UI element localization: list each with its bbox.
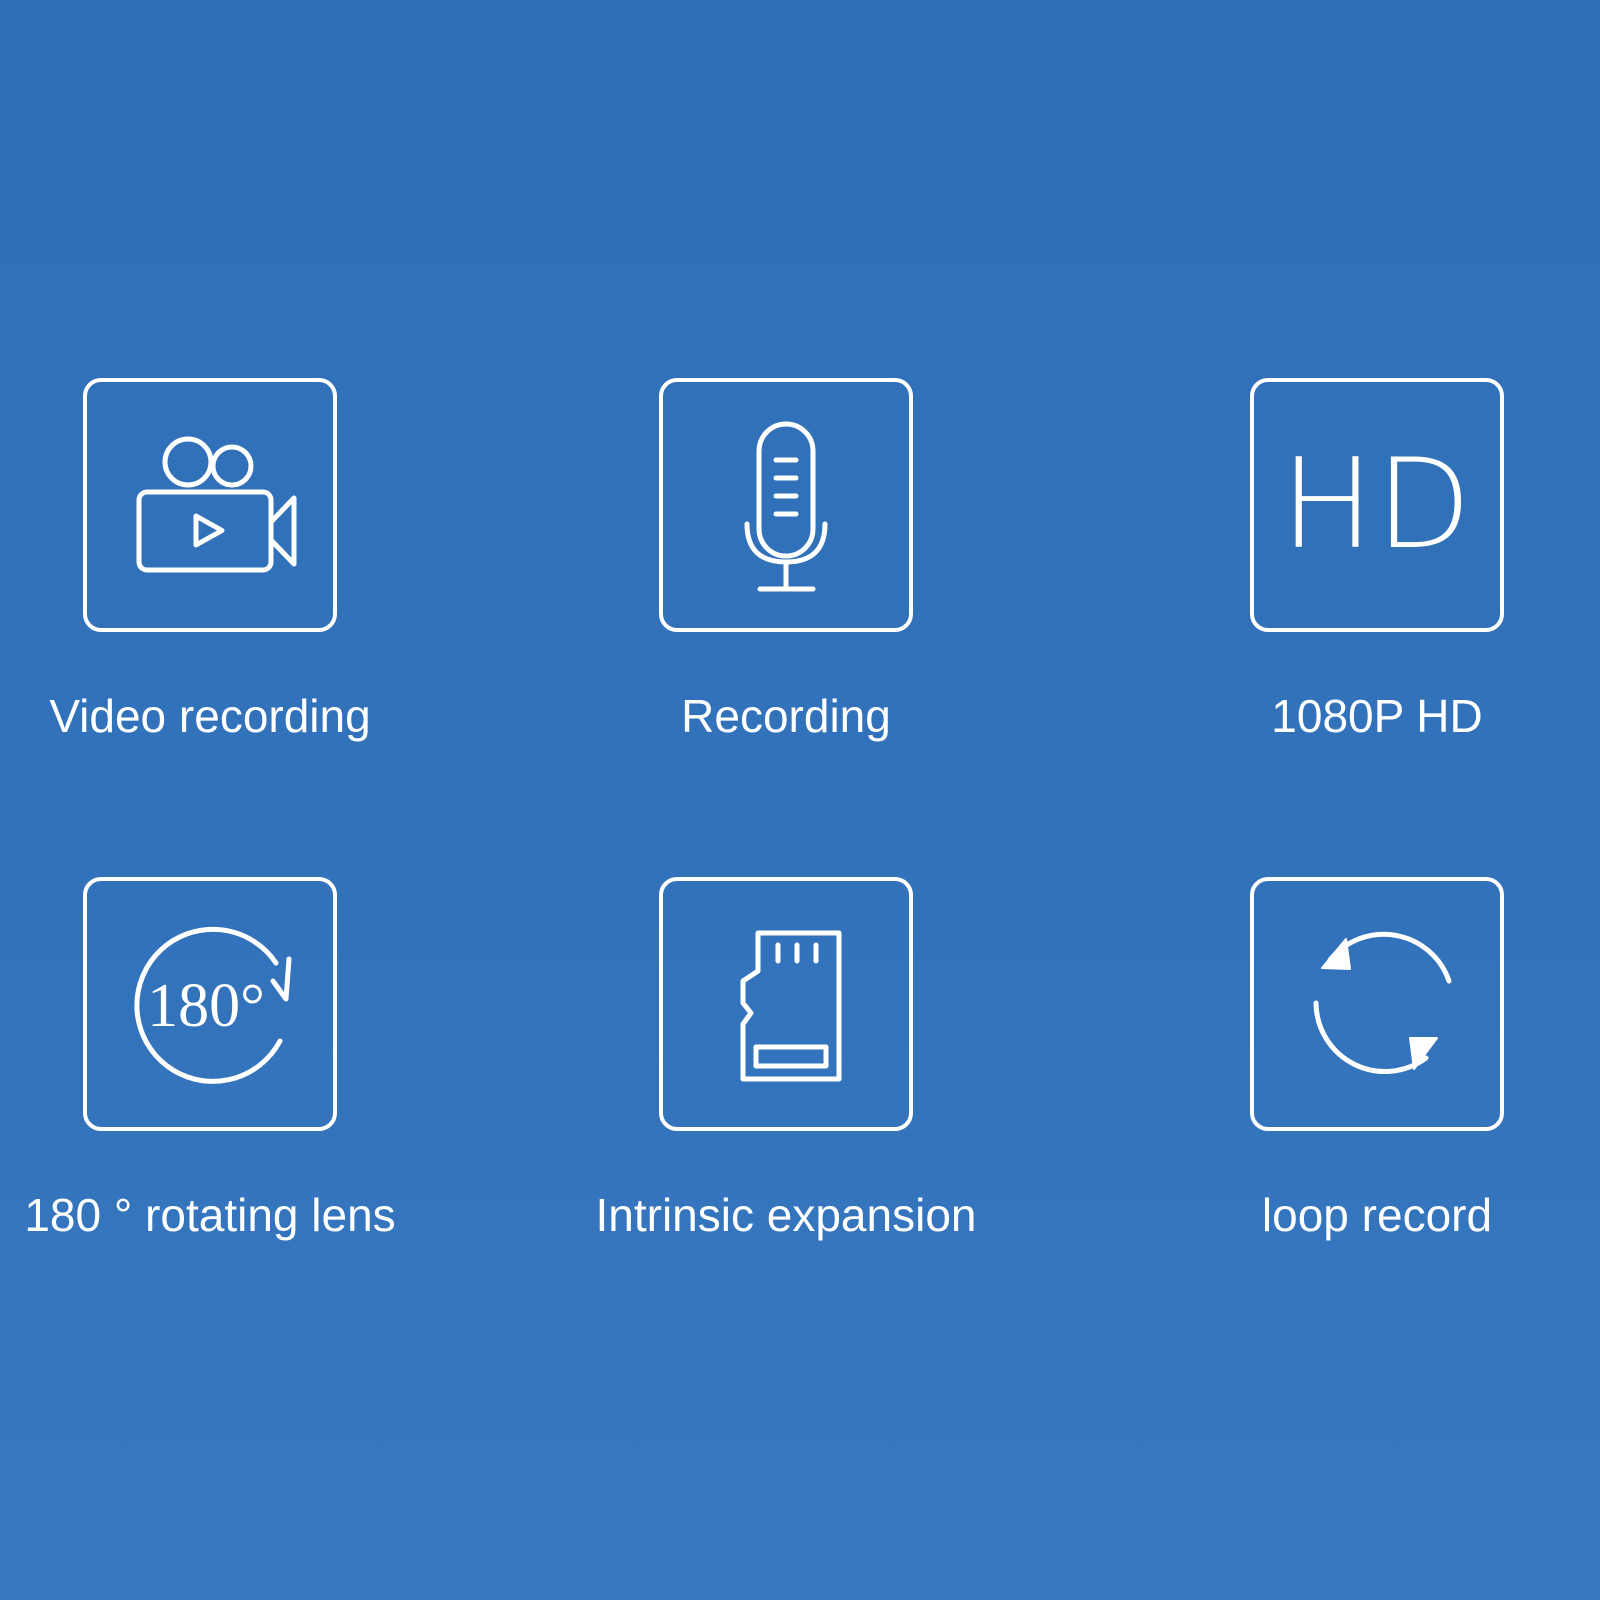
feature-tile bbox=[659, 877, 913, 1131]
feature-label: loop record bbox=[1261, 1189, 1493, 1241]
memory-card-icon bbox=[740, 930, 842, 1082]
feature-grid: Video recording Recording HD 1080P HD 18… bbox=[0, 0, 1600, 1600]
feature-recording: Recording bbox=[549, 378, 1029, 798]
feature-label: Video recording bbox=[49, 690, 371, 742]
feature-tile bbox=[83, 378, 337, 632]
feature-label: Intrinsic expansion bbox=[595, 1189, 977, 1241]
hd-icon: HD bbox=[1280, 433, 1474, 577]
feature-label: 180 ° rotating lens bbox=[24, 1189, 396, 1241]
feature-label: 1080P HD bbox=[1271, 690, 1483, 742]
feature-rotating-lens: 180° 180 ° rotating lens bbox=[0, 877, 453, 1297]
feature-tile: HD bbox=[1250, 378, 1504, 632]
feature-tile bbox=[1250, 877, 1504, 1131]
feature-video-recording: Video recording bbox=[0, 378, 453, 798]
microphone-icon bbox=[744, 421, 828, 592]
feature-tile bbox=[659, 378, 913, 632]
loop-arrows-icon bbox=[1313, 931, 1452, 1074]
feature-1080p-hd: HD 1080P HD bbox=[1140, 378, 1600, 798]
rotation-degree-text: 180° bbox=[147, 972, 265, 1040]
feature-label: Recording bbox=[681, 690, 891, 742]
video-camera-icon bbox=[136, 436, 297, 573]
feature-loop-record: loop record bbox=[1140, 877, 1600, 1297]
feature-tile: 180° bbox=[83, 877, 337, 1131]
feature-intrinsic-expansion: Intrinsic expansion bbox=[549, 877, 1029, 1297]
